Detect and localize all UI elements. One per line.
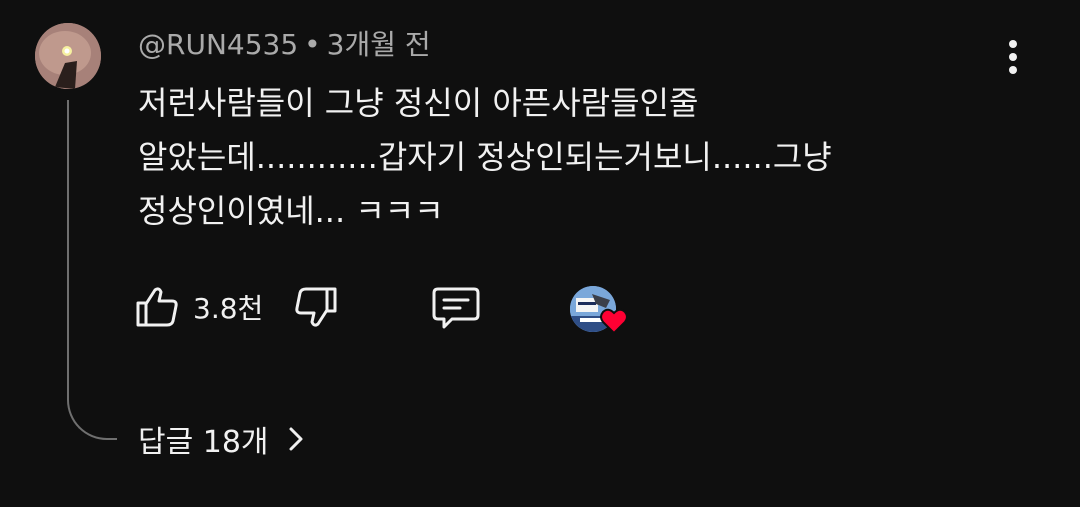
author-avatar[interactable] (35, 23, 101, 89)
replies-label: 답글 18개 (138, 425, 269, 460)
creator-heart-icon (600, 308, 628, 334)
thumbs-down-icon (295, 287, 337, 327)
chevron-right-icon (289, 427, 303, 451)
more-vert-icon (1009, 40, 1017, 74)
more-options-button[interactable] (996, 38, 1030, 78)
comment-timestamp: 3개월 전 (326, 28, 431, 61)
reply-thread-line (67, 100, 117, 440)
dislike-button[interactable] (292, 283, 340, 331)
comment-line: 알았는데............갑자기 정상인되는거보니......그냥 (138, 138, 832, 176)
author-handle[interactable]: @RUN4535 (138, 28, 298, 61)
reply-button[interactable] (428, 283, 484, 331)
comment-text: 저런사람들이 그냥 정신이 아픈사람들인줄 알았는데............갑자… (138, 76, 1018, 238)
replies-toggle[interactable]: 답글 18개 (138, 417, 305, 461)
like-button[interactable]: 3.8천 (133, 283, 263, 331)
creator-heart-badge (570, 286, 634, 336)
meta-separator: • (304, 28, 321, 61)
author-avatar-image (35, 23, 101, 89)
comment-line: 정상인이였네... ㅋㅋㅋ (138, 192, 444, 230)
thumbs-up-icon (136, 287, 178, 327)
comment-line: 저런사람들이 그냥 정신이 아픈사람들인줄 (138, 84, 699, 122)
like-count: 3.8천 (193, 292, 264, 325)
comment-icon (432, 287, 480, 329)
comment-meta: @RUN4535 • 3개월 전 (138, 25, 431, 65)
